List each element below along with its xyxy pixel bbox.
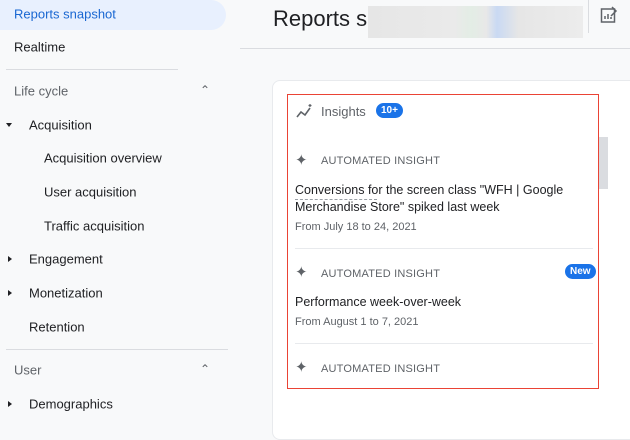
divider (295, 248, 593, 249)
caret-right-icon[interactable] (8, 401, 12, 407)
underline (295, 199, 377, 200)
sparkle-icon: ✦ (295, 264, 308, 281)
sidebar-item-acquisition-overview[interactable]: Acquisition overview (44, 151, 162, 166)
sidebar-item-retention[interactable]: Retention (29, 320, 85, 335)
insight-label: AUTOMATED INSIGHT (321, 363, 441, 375)
sidebar-item-label[interactable]: Reports snapshot (14, 7, 116, 22)
new-badge: New (565, 264, 596, 279)
sidebar-item-monetization[interactable]: Monetization (29, 286, 103, 301)
scrollbar[interactable] (598, 137, 608, 189)
insights-count-badge: 10+ (376, 103, 403, 118)
insight-date: From August 1 to 7, 2021 (295, 316, 419, 328)
customize-report-icon[interactable] (600, 6, 618, 24)
section-user[interactable]: User (14, 363, 41, 378)
chevron-up-icon[interactable]: ⌃ (200, 83, 210, 97)
divider (588, 0, 589, 33)
sidebar-item-acquisition[interactable]: Acquisition (29, 118, 92, 133)
section-life-cycle[interactable]: Life cycle (14, 84, 68, 99)
insight-date: From July 18 to 24, 2021 (295, 221, 417, 233)
sidebar-item-realtime[interactable]: Realtime (14, 40, 65, 55)
sidebar-item-traffic-acquisition[interactable]: Traffic acquisition (44, 219, 144, 234)
insights-title: Insights (321, 104, 366, 119)
insight-headline[interactable]: Performance week-over-week (295, 294, 461, 311)
header-divider (240, 48, 630, 49)
insights-trend-icon (296, 103, 314, 124)
insight-label: AUTOMATED INSIGHT (321, 155, 441, 167)
caret-right-icon[interactable] (8, 256, 12, 262)
chevron-up-icon[interactable]: ⌃ (200, 362, 210, 376)
divider (295, 343, 593, 344)
caret-down-icon[interactable] (6, 123, 12, 127)
divider (6, 349, 228, 350)
page-title: Reports sn (273, 6, 380, 31)
sidebar-item-engagement[interactable]: Engagement (29, 252, 103, 267)
highlight-box (287, 94, 599, 389)
sparkle-icon: ✦ (295, 152, 308, 169)
redacted-region (368, 6, 583, 38)
divider (6, 69, 178, 70)
caret-right-icon[interactable] (8, 290, 12, 296)
sidebar: Reports snapshot Realtime Life cycle ⌃ A… (0, 0, 240, 425)
sidebar-item-user-acquisition[interactable]: User acquisition (44, 185, 137, 200)
insight-label: AUTOMATED INSIGHT (321, 268, 441, 280)
sidebar-item-demographics[interactable]: Demographics (29, 397, 113, 412)
sparkle-icon: ✦ (295, 359, 308, 376)
